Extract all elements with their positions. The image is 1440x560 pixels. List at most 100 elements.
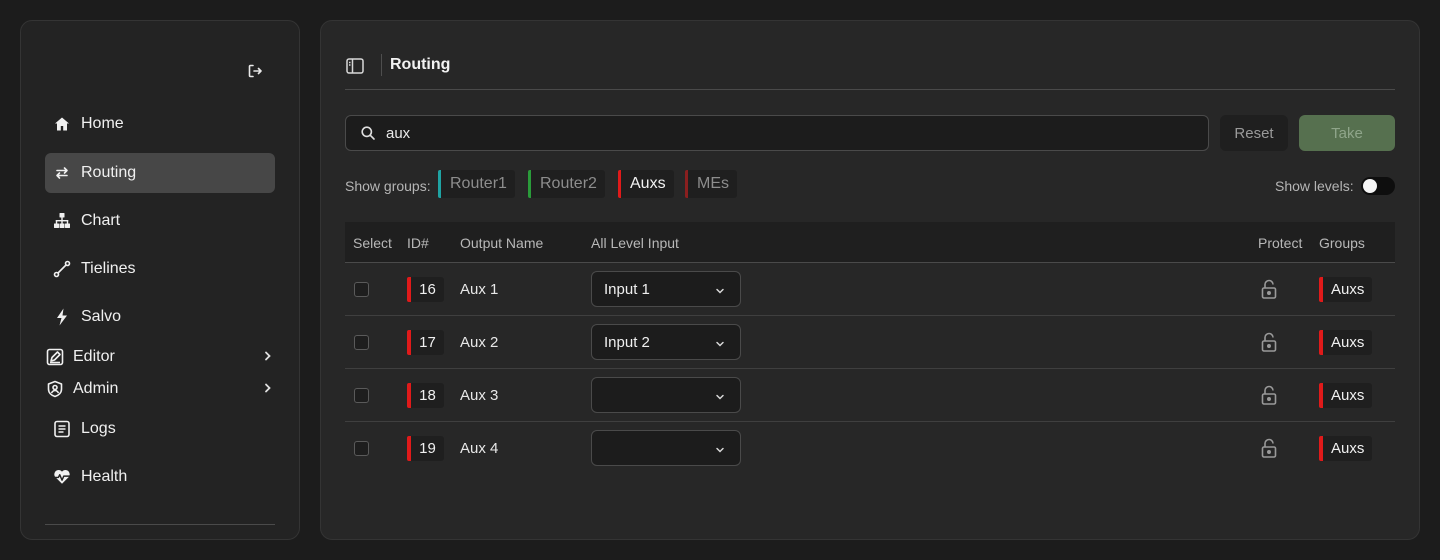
input-select[interactable] [591, 430, 741, 466]
sidebar-item-admin[interactable]: Admin [45, 369, 275, 409]
output-name: Aux 3 [460, 387, 499, 404]
column-header-output-name: Output Name [460, 235, 544, 251]
column-header-id: ID# [407, 235, 429, 251]
lock-icon[interactable] [1259, 278, 1279, 300]
sidebar-item-tielines[interactable]: Tielines [45, 249, 275, 289]
swap-arrows-icon [53, 164, 71, 182]
sidebar-item-label: Health [81, 468, 128, 485]
sidebar-item-home[interactable]: Home [45, 104, 275, 144]
table-row: 16 Aux 1 Input 1 Auxs [345, 263, 1395, 316]
toggle-knob [1363, 179, 1377, 193]
sidebar-item-routing[interactable]: Routing [45, 153, 275, 193]
group-chip-mes[interactable]: MEs [685, 170, 737, 198]
lightning-icon [53, 308, 71, 326]
group-chip-label: Router2 [540, 175, 597, 192]
sidebar-item-label: Home [81, 115, 124, 132]
group-color-bar [438, 170, 441, 198]
link-line-icon [53, 260, 71, 278]
sidebar-item-logs[interactable]: Logs [45, 409, 275, 449]
id-value: 19 [419, 440, 436, 457]
sidebar-item-label: Admin [73, 380, 119, 397]
take-button[interactable]: Take [1299, 115, 1395, 151]
sidebar-item-label: Routing [81, 164, 137, 181]
sidebar-item-label: Salvo [81, 308, 122, 325]
group-badge-label: Auxs [1331, 281, 1365, 298]
show-levels-label: Show levels: [1275, 178, 1354, 194]
id-badge: 18 [407, 383, 444, 408]
reset-button[interactable]: Reset [1220, 115, 1288, 151]
chevron-down-icon [714, 390, 726, 402]
sidebar-item-health[interactable]: Health [45, 457, 275, 497]
id-badge: 17 [407, 330, 444, 355]
id-value: 16 [419, 281, 436, 298]
sidebar-divider [45, 524, 275, 525]
chevron-right-icon [261, 349, 275, 363]
group-badge: Auxs [1319, 436, 1373, 461]
chevron-down-icon [714, 443, 726, 455]
group-chip-auxs[interactable]: Auxs [618, 170, 674, 198]
column-header-all-level-input: All Level Input [591, 235, 679, 251]
table-row: 17 Aux 2 Input 2 Auxs [345, 316, 1395, 369]
search-input[interactable] [386, 124, 1186, 142]
group-color-bar [618, 170, 621, 198]
group-badge-label: Auxs [1331, 334, 1365, 351]
select-checkbox[interactable] [354, 335, 369, 350]
input-select[interactable]: Input 2 [591, 324, 741, 360]
group-chip-router2[interactable]: Router2 [528, 170, 605, 198]
sidebar-item-label: Chart [81, 212, 121, 229]
input-select-value: Input 2 [604, 334, 650, 351]
group-color-bar [685, 170, 688, 198]
heart-pulse-icon [53, 468, 71, 486]
output-name: Aux 4 [460, 440, 499, 457]
table-row: 19 Aux 4 Auxs [345, 422, 1395, 475]
output-name: Aux 2 [460, 334, 499, 351]
sidebar-toggle-icon[interactable] [345, 56, 365, 76]
select-checkbox[interactable] [354, 388, 369, 403]
lock-icon[interactable] [1259, 437, 1279, 459]
sidebar: Home Routing Chart Tielines Salvo Editor… [20, 20, 300, 540]
id-value: 17 [419, 334, 436, 351]
input-select[interactable]: Input 1 [591, 271, 741, 307]
sidebar-item-label: Tielines [81, 260, 136, 277]
chevron-down-icon [714, 337, 726, 349]
id-badge: 16 [407, 277, 444, 302]
group-badge: Auxs [1319, 383, 1373, 408]
id-badge: 19 [407, 436, 444, 461]
group-badge: Auxs [1319, 277, 1373, 302]
search-field[interactable] [345, 115, 1209, 151]
select-checkbox[interactable] [354, 282, 369, 297]
group-chip-label: MEs [697, 175, 729, 192]
group-badge-label: Auxs [1331, 440, 1365, 457]
input-select[interactable] [591, 377, 741, 413]
groups-label: Show groups: [345, 178, 431, 194]
table-row: 18 Aux 3 Auxs [345, 369, 1395, 422]
lock-icon[interactable] [1259, 384, 1279, 406]
sidebar-item-chart[interactable]: Chart [45, 201, 275, 241]
sidebar-item-label: Editor [73, 348, 115, 365]
header-separator [381, 54, 382, 76]
chevron-down-icon [714, 284, 726, 296]
hierarchy-icon [53, 212, 71, 230]
group-chip-label: Router1 [450, 175, 507, 192]
column-header-groups: Groups [1319, 235, 1365, 251]
sidebar-item-label: Logs [81, 420, 116, 437]
shield-user-icon [46, 380, 64, 398]
show-levels-toggle[interactable] [1361, 177, 1395, 195]
group-badge-label: Auxs [1331, 387, 1365, 404]
chevron-right-icon [261, 381, 275, 395]
column-header-protect: Protect [1258, 235, 1303, 251]
select-checkbox[interactable] [354, 441, 369, 456]
output-name: Aux 1 [460, 281, 499, 298]
id-value: 18 [419, 387, 436, 404]
header-divider [345, 89, 1395, 90]
lock-icon[interactable] [1259, 331, 1279, 353]
group-badge: Auxs [1319, 330, 1373, 355]
group-chip-router1[interactable]: Router1 [438, 170, 515, 198]
logout-icon[interactable] [246, 62, 264, 80]
home-icon [53, 115, 71, 133]
sidebar-item-salvo[interactable]: Salvo [45, 297, 275, 337]
group-chip-label: Auxs [630, 175, 666, 192]
edit-square-icon [46, 348, 64, 366]
column-header-select: Select [353, 235, 392, 251]
search-icon [360, 125, 376, 141]
